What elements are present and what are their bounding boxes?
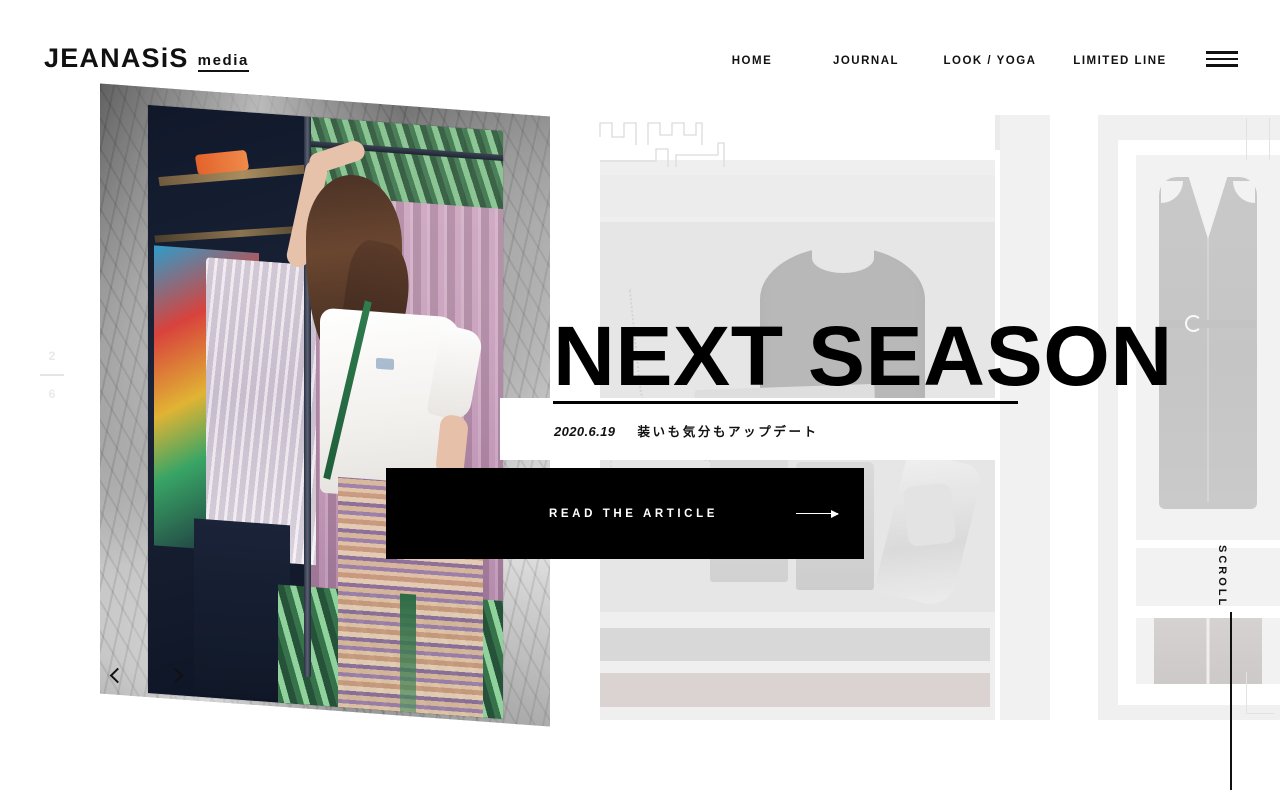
carousel-next-button[interactable] [162, 660, 192, 690]
hero-date: 2020.6.19 [554, 424, 616, 439]
nav-cell-look-yoga: LOOK / YOGA [925, 51, 1055, 71]
carousel-prev-button[interactable] [100, 660, 130, 690]
scroll-indicator[interactable]: SCROLL [1216, 545, 1228, 608]
photo-tshirt-logo [376, 357, 394, 371]
scroll-indicator-line [1230, 612, 1232, 790]
sidebar-item-look-yoga[interactable]: LOOK / YOGA [944, 51, 1037, 71]
hero-title: NEXT SEASON [553, 309, 1173, 403]
hamburger-menu-icon[interactable] [1206, 48, 1238, 70]
carousel-total-slides: 6 [48, 387, 56, 401]
read-article-button[interactable]: READ THE ARTICLE [386, 468, 864, 559]
read-article-label: READ THE ARTICLE [549, 507, 718, 520]
carousel-counter-divider [40, 374, 64, 376]
hamburger-bar-1 [1206, 51, 1238, 54]
chevron-right-icon [167, 667, 183, 683]
nav-cell-limited-line: LIMITED LINE [1055, 51, 1185, 71]
hero-slide-image[interactable] [148, 104, 503, 720]
main-navigation: HOME JOURNAL LOOK / YOGA LIMITED LINE [697, 51, 1185, 71]
scroll-label: SCROLL [1216, 545, 1228, 609]
sidebar-item-journal[interactable]: JOURNAL [833, 51, 899, 71]
hero-title-underline [553, 401, 1018, 404]
photo-pants-gap [400, 593, 416, 720]
sidebar-item-limited-line[interactable]: LIMITED LINE [1073, 51, 1166, 71]
carousel-counter: 2 6 [40, 350, 64, 400]
site-header: JEANASiS media HOME JOURNAL LOOK / YOGA … [0, 0, 1280, 110]
site-logo[interactable]: JEANASiS media [44, 45, 249, 72]
hamburger-bar-2 [1206, 57, 1238, 61]
hero-meta-row: 2020.6.19 装いも気分もアップデート [554, 421, 819, 440]
chevron-left-icon [109, 667, 125, 683]
hamburger-bar-3 [1206, 64, 1238, 67]
logo-brand-secondary: media [197, 53, 249, 72]
carousel-current-slide: 2 [48, 349, 56, 363]
arrow-right-icon [796, 509, 839, 518]
nav-cell-home: HOME [697, 51, 807, 71]
page-root: NEXT SEASON 2020.6.19 装いも気分もアップデート READ … [0, 0, 1280, 800]
carousel-controls [100, 660, 192, 690]
photo-navy-pants [194, 518, 290, 701]
logo-brand-primary: JEANASiS [44, 43, 189, 73]
hero-description: 装いも気分もアップデート [637, 425, 819, 439]
sidebar-item-home[interactable]: HOME [732, 51, 773, 71]
nav-cell-journal: JOURNAL [807, 51, 925, 71]
photo-silver-dress [206, 257, 316, 566]
